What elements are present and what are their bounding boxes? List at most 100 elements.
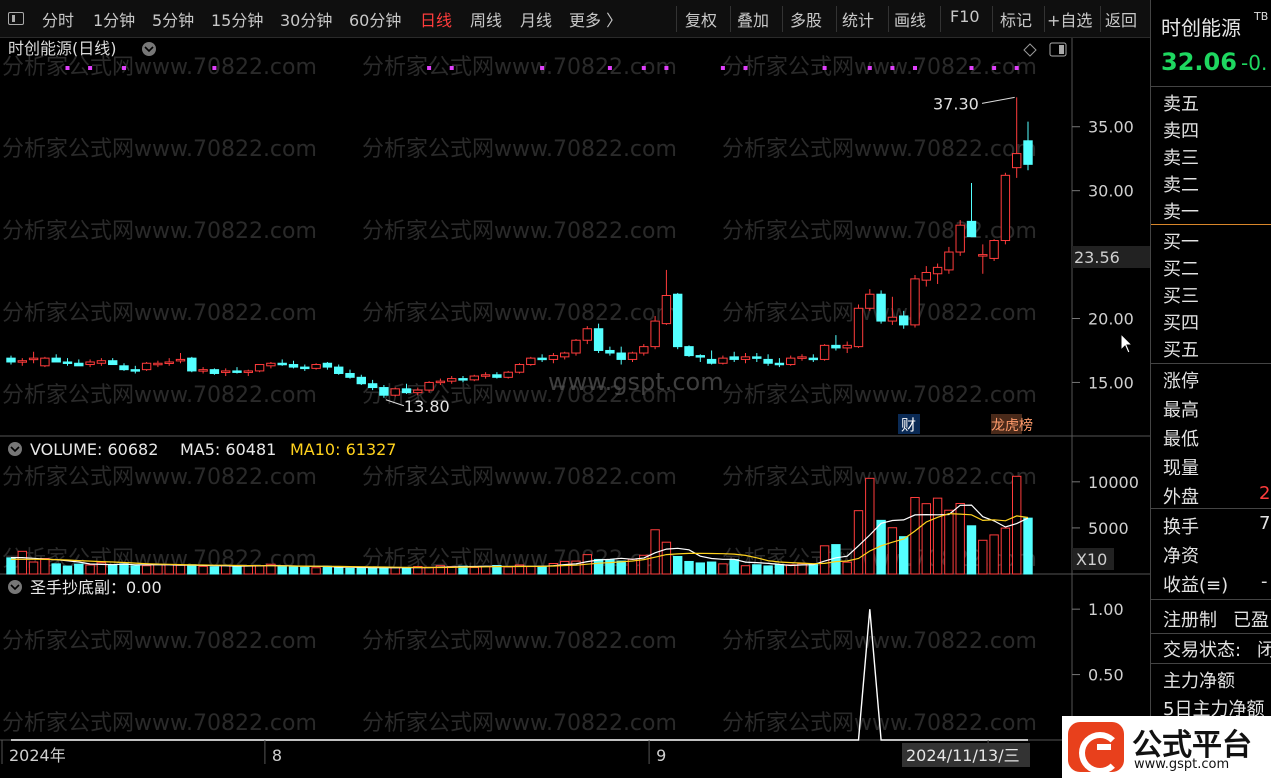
candle-body <box>198 369 208 372</box>
panel-flag: TB <box>1254 10 1269 23</box>
signal-dot <box>992 66 997 70</box>
ma5-label: MA5: 60481 <box>180 440 276 459</box>
candle-body <box>853 307 864 348</box>
volume-bar <box>17 550 27 575</box>
bid-3[interactable]: 买三 <box>1163 282 1199 308</box>
main-net-label: 主力净额 <box>1163 671 1235 692</box>
fuquan-button[interactable]: 复权 <box>685 7 717 31</box>
ask-5[interactable]: 卖五 <box>1163 90 1199 116</box>
f10-button[interactable]: F10 <box>950 7 980 26</box>
finance-badge-text: 财 <box>901 416 916 434</box>
signal-dot <box>913 66 917 70</box>
watermark-text: 分析家公式网www.70822.com <box>362 301 677 326</box>
overlay-button[interactable]: 叠加 <box>737 7 769 31</box>
tab-daily[interactable]: 日线 <box>420 7 452 31</box>
gspt-logo: 公式平台 www.gspt.com <box>1062 716 1271 778</box>
tab-5min[interactable]: 5分钟 <box>152 7 194 31</box>
trade-status-label: 交易状态: <box>1163 640 1242 661</box>
volume-bar <box>808 563 818 575</box>
layout-toggle-icon[interactable] <box>8 12 24 25</box>
tab-30min[interactable]: 30分钟 <box>280 7 332 31</box>
indicator-dropdown-icon[interactable] <box>8 580 22 594</box>
candle-body <box>899 315 909 326</box>
ask-4[interactable]: 卖四 <box>1163 117 1199 143</box>
candle-body <box>469 375 480 381</box>
candle-body <box>141 362 152 371</box>
turnover-label: 换手 <box>1163 517 1199 538</box>
candle-body <box>17 360 27 363</box>
volume-bar <box>831 544 841 575</box>
volume-bar <box>616 560 626 575</box>
earnings-value: - <box>1261 571 1268 592</box>
volume-bar <box>288 565 299 575</box>
volume-bar <box>729 559 739 575</box>
chart-title: 时创能源(日线) <box>8 39 117 58</box>
candle-body <box>605 349 615 354</box>
watermark-text: 分析家公式网www.70822.com <box>722 629 1037 654</box>
stats-button[interactable]: 统计 <box>842 7 874 31</box>
candle-body <box>740 356 751 360</box>
chart-area[interactable]: 分析家公式网www.70822.com 分析家公式网www.70822.com 分析… <box>0 38 1150 778</box>
kline-chart[interactable]: 分析家公式网www.70822.com 分析家公式网www.70822.com 分析… <box>0 38 1150 778</box>
tab-1min[interactable]: 1分钟 <box>93 7 135 31</box>
bid-2[interactable]: 买二 <box>1163 255 1199 281</box>
current-price-tag-text: 23.56 <box>1074 248 1120 267</box>
back-button[interactable]: 返回 <box>1105 7 1137 31</box>
tab-60min[interactable]: 60分钟 <box>349 7 401 31</box>
outer-volume-label: 外盘 <box>1163 487 1199 508</box>
tab-15min[interactable]: 15分钟 <box>211 7 263 31</box>
volume-tick-label: 10000 <box>1088 473 1139 492</box>
tab-monthly[interactable]: 月线 <box>520 7 552 31</box>
panel-stock-name: 时创能源 <box>1161 16 1241 40</box>
candle-body <box>819 344 830 360</box>
candle-body <box>288 364 299 368</box>
volume-bar <box>62 565 73 575</box>
logo-url: www.gspt.com <box>1134 757 1230 772</box>
volume-bar <box>899 536 909 575</box>
draw-button[interactable]: 画线 <box>894 7 926 31</box>
volume-bar <box>345 567 355 575</box>
candle-body <box>243 370 254 373</box>
candle-body <box>266 362 276 367</box>
bid-4[interactable]: 买四 <box>1163 309 1199 335</box>
add-watchlist-button[interactable]: +自选 <box>1047 7 1092 31</box>
watermark-text: 分析家公式网www.70822.com <box>2 137 317 162</box>
candle-body <box>514 364 525 373</box>
volume-bar <box>141 565 152 575</box>
candle-body <box>379 387 389 396</box>
indicator-tick-label: 1.00 <box>1088 600 1124 619</box>
volume-bar <box>198 565 208 575</box>
ask-3[interactable]: 卖三 <box>1163 144 1199 170</box>
volume-bar <box>1023 517 1033 575</box>
tab-more[interactable]: 更多 〉 <box>569 7 622 31</box>
candle-body <box>695 355 705 358</box>
signal-dot <box>1014 66 1019 70</box>
volume-bar <box>537 565 547 575</box>
candle-body <box>978 254 988 257</box>
tab-weekly[interactable]: 周线 <box>470 7 502 31</box>
volume-dropdown-icon[interactable] <box>8 442 22 456</box>
candle-body <box>85 361 95 366</box>
multi-stock-button[interactable]: 多股 <box>790 7 822 31</box>
net-assets-label: 净资 <box>1163 546 1199 567</box>
candle-body <box>673 293 683 348</box>
candle-body <box>232 370 242 373</box>
candle-body <box>537 357 547 361</box>
ask-1[interactable]: 卖一 <box>1163 198 1199 224</box>
title-dropdown-icon[interactable] <box>142 42 156 56</box>
volume-bar <box>85 564 95 575</box>
bid-1[interactable]: 买一 <box>1163 228 1199 254</box>
candle-body <box>955 224 965 253</box>
candle-body <box>209 369 220 374</box>
bid-5[interactable]: 买五 <box>1163 336 1199 362</box>
low-label: 最低 <box>1163 429 1199 450</box>
volume-bar <box>334 567 344 575</box>
candle-body <box>413 389 423 394</box>
volume-bar <box>469 567 480 575</box>
watermark-text: 分析家公式网www.70822.com <box>2 383 317 408</box>
mark-button[interactable]: 标记 <box>1000 7 1032 31</box>
tab-fenshi[interactable]: 分时 <box>42 7 74 31</box>
ask-2[interactable]: 卖二 <box>1163 171 1199 197</box>
volume-bar <box>175 564 186 575</box>
volume-bar <box>774 564 785 575</box>
